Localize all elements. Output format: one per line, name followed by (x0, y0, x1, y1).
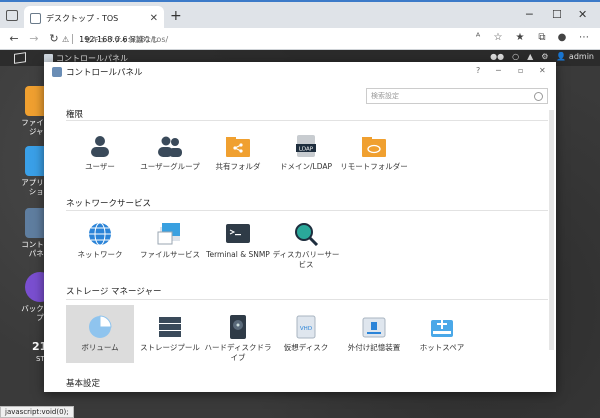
item-hot-spare[interactable]: ホットスペア (408, 305, 476, 363)
url-field[interactable]: ⚠ セキュリティ保護なし 192.168.0.6 :8181/tos/ (62, 31, 457, 47)
settings-icon[interactable]: ⚙ (541, 52, 548, 61)
new-tab-button[interactable]: + (170, 8, 182, 24)
minimize-icon[interactable]: ─ (496, 66, 501, 75)
notification-icon[interactable]: ▲ (527, 52, 533, 61)
item-label: リモートフォルダー (340, 162, 408, 171)
item-volume[interactable]: ボリューム (66, 305, 134, 363)
browser-tab[interactable]: デスクトップ - TOS ✕ (24, 6, 164, 30)
back-icon[interactable]: ← (4, 32, 24, 45)
start-menu-icon[interactable] (14, 52, 26, 64)
item-storage-pool[interactable]: ストレージプール (136, 305, 204, 363)
ldap-icon: LDAP (293, 134, 319, 158)
item-external-storage[interactable]: 外付け記憶装置 (340, 305, 408, 363)
item-label: 仮想ディスク (283, 343, 329, 352)
user-icon (87, 134, 113, 158)
divider (66, 210, 548, 211)
reader-icon[interactable]: ᴬ (472, 32, 484, 44)
status-bar: javascript:void(0); (0, 406, 74, 418)
tab-title: デスクトップ - TOS (46, 13, 119, 23)
tab-actions-icon[interactable] (6, 10, 18, 21)
reload-icon[interactable]: ↻ (44, 32, 64, 45)
search-icon[interactable]: ○ (512, 52, 519, 61)
section-title: 基本設定 (66, 379, 101, 389)
section-title: ネットワークサービス (66, 199, 152, 209)
section-title: ストレージ マネージャー (66, 287, 162, 297)
search-placeholder: 検索設定 (371, 92, 399, 100)
vhd-badge: VHD (300, 326, 312, 332)
section-title: 権限 (66, 110, 84, 120)
item-label: ファイルサービス (140, 250, 200, 259)
divider (66, 299, 548, 300)
magnifier-icon (293, 222, 319, 247)
item-label: ホットスペア (419, 343, 465, 352)
file-service-icon (157, 222, 183, 246)
item-label: ディスカバリーサービス (272, 250, 340, 269)
hdd-icon (225, 315, 251, 339)
maximize-icon[interactable]: ▫ (518, 66, 523, 75)
pie-chart-icon (87, 315, 113, 339)
item-label: ハードディスクドライブ (204, 343, 272, 362)
hot-spare-icon (429, 315, 455, 339)
warning-icon: ⚠ (62, 34, 70, 44)
ldap-badge: LDAP (299, 147, 314, 153)
divider (72, 34, 74, 44)
item-file-service[interactable]: ファイルサービス (136, 212, 204, 270)
vhd-icon: VHD (293, 315, 319, 339)
item-label: 共有フォルダ (215, 162, 261, 171)
item-user[interactable]: ユーザー (66, 124, 134, 182)
storage-stack-icon (157, 315, 183, 339)
item-terminal-snmp[interactable]: Terminal & SNMP (204, 212, 272, 270)
item-label: ドメイン/LDAP (279, 162, 332, 171)
system-tray: ●● ○ ▲ ⚙ 👤 admin (490, 52, 594, 61)
item-network[interactable]: ネットワーク (66, 212, 134, 270)
window-title: コントロールパネル (66, 68, 143, 78)
more-icon[interactable]: ⋯ (578, 32, 590, 44)
item-remote-folder[interactable]: リモートフォルダー (340, 124, 408, 182)
user-menu[interactable]: 👤 admin (556, 52, 594, 61)
item-label: ネットワーク (77, 250, 123, 259)
control-panel-icon (52, 67, 62, 77)
item-label: ストレージプール (140, 343, 200, 352)
remote-folder-icon (361, 134, 387, 158)
security-label: セキュリティ保護なし (84, 34, 159, 44)
divider (66, 120, 548, 121)
favorites-icon[interactable]: ★ (514, 32, 526, 44)
item-label: ユーザーグループ (140, 162, 200, 171)
control-panel-window: コントロールパネル ? ─ ▫ ✕ 検索設定 権限 ユーザー ユーザーグループ … (44, 62, 556, 392)
item-label: ユーザー (85, 162, 115, 171)
globe-icon (87, 222, 113, 246)
item-label: 外付け記憶装置 (347, 343, 401, 352)
usb-drive-icon (361, 315, 387, 339)
search-icon (534, 91, 543, 101)
item-user-group[interactable]: ユーザーグループ (136, 124, 204, 182)
favicon-icon (30, 12, 41, 24)
item-discovery-service[interactable]: ディスカバリーサービス (272, 212, 340, 270)
help-icon[interactable]: ? (476, 66, 480, 75)
scrollbar[interactable] (549, 110, 554, 350)
profile-icon[interactable]: ● (556, 32, 568, 44)
item-hard-disk[interactable]: ハードディスクドライブ (204, 305, 272, 363)
chat-icon[interactable]: ●● (490, 52, 504, 61)
terminal-icon (225, 222, 251, 246)
close-window-icon[interactable]: ✕ (578, 8, 587, 21)
maximize-icon[interactable]: ☐ (552, 8, 562, 21)
collections-icon[interactable]: ⧉ (536, 32, 548, 44)
item-shared-folder[interactable]: 共有フォルダ (204, 124, 272, 182)
minimize-icon[interactable]: ─ (526, 8, 533, 21)
user-group-icon (157, 134, 183, 158)
item-virtual-disk[interactable]: VHD 仮想ディスク (272, 305, 340, 363)
browser-titlebar: デスクトップ - TOS ✕ + ─ ☐ ✕ (0, 0, 600, 30)
item-label: ボリューム (81, 343, 119, 352)
item-label: Terminal & SNMP (206, 250, 270, 259)
user-name: admin (568, 52, 594, 61)
close-icon[interactable]: ✕ (539, 66, 546, 75)
favorite-star-icon[interactable]: ☆ (492, 32, 504, 44)
forward-icon[interactable]: → (24, 32, 44, 45)
search-input[interactable]: 検索設定 (366, 88, 548, 104)
address-bar: ← → ↻ ⚠ セキュリティ保護なし 192.168.0.6 :8181/tos… (0, 28, 600, 50)
close-tab-icon[interactable]: ✕ (150, 13, 158, 24)
shared-folder-icon (225, 134, 251, 158)
item-domain-ldap[interactable]: LDAP ドメイン/LDAP (272, 124, 340, 182)
